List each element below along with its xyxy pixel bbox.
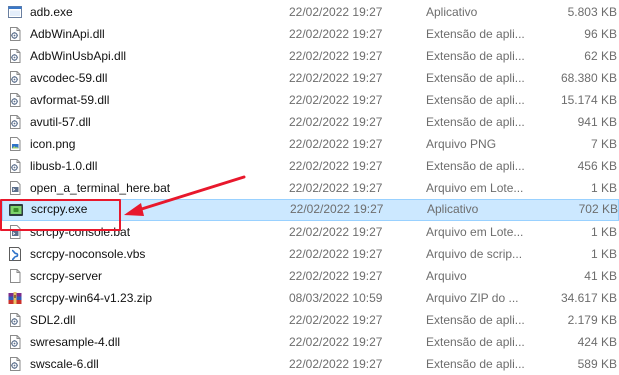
file-date-modified: 22/02/2022 19:27 <box>290 202 384 216</box>
dll-icon <box>7 70 23 86</box>
file-type: Aplicativo <box>427 202 479 216</box>
file-date-modified: 22/02/2022 19:27 <box>289 313 383 327</box>
file-date-modified: 22/02/2022 19:27 <box>289 335 383 349</box>
file-size: 1 KB <box>590 225 617 239</box>
file-type: Arquivo PNG <box>426 137 497 151</box>
file-date-modified: 22/02/2022 19:27 <box>289 137 383 151</box>
file-date-modified: 22/02/2022 19:27 <box>289 71 383 85</box>
file-row[interactable]: swresample-4.dll 22/02/2022 19:27 Extensão… <box>2 331 619 353</box>
dll-icon <box>7 92 23 108</box>
file-row[interactable]: scrcpy-win64-v1.23.zip 08/03/2022 10:59 Ar… <box>2 287 619 309</box>
file-size: 62 KB <box>584 49 617 63</box>
dll-icon <box>7 312 23 328</box>
file-size: 96 KB <box>584 27 617 41</box>
file-name: SDL2.dll <box>30 313 76 327</box>
file-type: Arquivo em Lote... <box>426 225 524 239</box>
file-date-modified: 22/02/2022 19:27 <box>289 269 383 283</box>
file-type: Arquivo <box>426 269 467 283</box>
file-date-modified: 22/02/2022 19:27 <box>289 49 383 63</box>
exe-icon <box>7 4 23 20</box>
file-size: 1 KB <box>590 247 617 261</box>
file-date-modified: 22/02/2022 19:27 <box>289 5 383 19</box>
file-date-modified: 22/02/2022 19:27 <box>289 115 383 129</box>
file-size: 68.380 KB <box>560 71 617 85</box>
file-row[interactable]: SDL2.dll 22/02/2022 19:27 Extensão de apli… <box>2 309 619 331</box>
file-type: Extensão de apli... <box>426 93 525 107</box>
file-type: Extensão de apli... <box>426 27 525 41</box>
file-type: Aplicativo <box>426 5 478 19</box>
file-name: scrcpy-noconsole.vbs <box>30 247 146 261</box>
file-size: 941 KB <box>577 115 617 129</box>
file-type: Extensão de apli... <box>426 335 525 349</box>
file-size: 2.179 KB <box>567 313 617 327</box>
file-date-modified: 22/02/2022 19:27 <box>289 27 383 41</box>
file-name: adb.exe <box>30 5 73 19</box>
dll-icon <box>7 334 23 350</box>
file-name: avformat-59.dll <box>30 93 110 107</box>
file-type: Extensão de apli... <box>426 115 525 129</box>
dll-icon <box>7 48 23 64</box>
file-type: Extensão de apli... <box>426 159 525 173</box>
dll-icon <box>7 158 23 174</box>
file-size: 7 KB <box>590 137 617 151</box>
file-name: libusb-1.0.dll <box>30 159 98 173</box>
bat-icon <box>7 180 23 196</box>
file-list: adb.exe 22/02/2022 19:27 Aplicativo 5.803 K… <box>0 0 619 372</box>
dll-icon <box>7 114 23 130</box>
file-row[interactable]: AdbWinUsbApi.dll 22/02/2022 19:27 Extensão… <box>2 45 619 67</box>
file-name: icon.png <box>30 137 76 151</box>
file-size: 34.617 KB <box>560 291 617 305</box>
zip-icon <box>7 290 23 306</box>
file-name: open_a_terminal_here.bat <box>30 181 171 195</box>
dll-icon <box>7 26 23 42</box>
file-type: Arquivo de scrip... <box>426 247 523 261</box>
file-row[interactable]: AdbWinApi.dll 22/02/2022 19:27 Extensão de… <box>2 23 619 45</box>
file-date-modified: 22/02/2022 19:27 <box>289 93 383 107</box>
file-type: Arquivo ZIP do ... <box>426 291 519 305</box>
file-name: avcodec-59.dll <box>30 71 108 85</box>
file-row[interactable]: avcodec-59.dll 22/02/2022 19:27 Extensão d… <box>2 67 619 89</box>
file-row[interactable]: avutil-57.dll 22/02/2022 19:27 Extensão de… <box>2 111 619 133</box>
file-row[interactable]: scrcpy-server 22/02/2022 19:27 Arquivo 41 K… <box>2 265 619 287</box>
file-date-modified: 08/03/2022 10:59 <box>289 291 383 305</box>
file-size: 5.803 KB <box>567 5 617 19</box>
blank-file-icon <box>7 268 23 284</box>
highlight-annotation-box <box>0 199 121 231</box>
file-date-modified: 22/02/2022 19:27 <box>289 247 383 261</box>
file-size: 424 KB <box>577 335 617 349</box>
file-type: Extensão de apli... <box>426 71 525 85</box>
file-date-modified: 22/02/2022 19:27 <box>289 159 383 173</box>
file-name: scrcpy-win64-v1.23.zip <box>30 291 153 305</box>
file-row[interactable]: scrcpy-noconsole.vbs 22/02/2022 19:27 Arqu… <box>2 243 619 265</box>
file-type: Arquivo em Lote... <box>426 181 524 195</box>
dll-icon <box>7 356 23 372</box>
file-type: Extensão de apli... <box>426 313 525 327</box>
file-name: swresample-4.dll <box>30 335 121 349</box>
file-row[interactable]: avformat-59.dll 22/02/2022 19:27 Extensão … <box>2 89 619 111</box>
file-name: AdbWinApi.dll <box>30 27 105 41</box>
file-size: 1 KB <box>590 181 617 195</box>
file-size: 15.174 KB <box>560 93 617 107</box>
file-size: 702 KB <box>578 202 618 216</box>
file-row[interactable]: open_a_terminal_here.bat 22/02/2022 19:27… <box>2 177 619 199</box>
file-row[interactable]: libusb-1.0.dll 22/02/2022 19:27 Extensão d… <box>2 155 619 177</box>
file-type: Extensão de apli... <box>426 49 525 63</box>
file-row[interactable]: adb.exe 22/02/2022 19:27 Aplicativo 5.803 K… <box>2 1 619 23</box>
file-row[interactable]: icon.png 22/02/2022 19:27 Arquivo PNG 7 KB <box>2 133 619 155</box>
file-date-modified: 22/02/2022 19:27 <box>289 181 383 195</box>
file-date-modified: 22/02/2022 19:27 <box>289 225 383 239</box>
vbs-icon <box>7 246 23 262</box>
file-name: AdbWinUsbApi.dll <box>30 49 127 63</box>
file-size: 456 KB <box>577 159 617 173</box>
file-name: scrcpy-server <box>30 269 103 283</box>
file-size: 41 KB <box>584 269 617 283</box>
image-file-icon <box>7 136 23 152</box>
file-name: avutil-57.dll <box>30 115 91 129</box>
